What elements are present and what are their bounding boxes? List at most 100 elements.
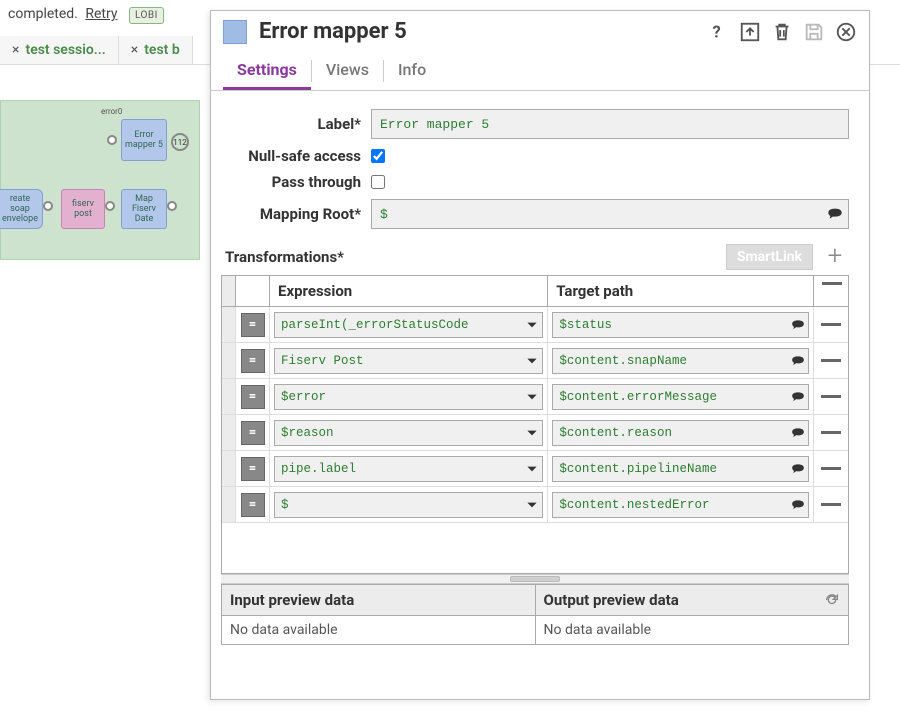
remove-row-button[interactable] [821,395,841,398]
drag-handle[interactable] [222,487,236,522]
remove-row-button[interactable] [821,467,841,470]
help-icon[interactable]: ? [707,21,729,43]
remove-row-button[interactable] [821,323,841,326]
drag-handle[interactable] [222,415,236,450]
node-create-soap[interactable]: reate soap envelope [0,189,43,229]
label-input[interactable] [371,109,849,139]
lob-badge: LOBI [129,7,164,24]
trash-icon[interactable] [771,21,793,43]
output-preview-body: No data available [536,616,849,644]
dialog-tabs: Settings Views Info [211,52,869,91]
tab-info[interactable]: Info [384,52,440,90]
minus-icon[interactable] [822,282,842,285]
suggest-icon[interactable] [791,318,805,332]
remove-row-button[interactable] [821,359,841,362]
preview-panels: Input preview data No data available Out… [221,584,849,645]
suggest-icon[interactable] [791,390,805,404]
table-row: = [222,451,848,487]
equals-button[interactable]: = [241,349,265,373]
snap-icon [223,20,247,44]
passthrough-checkbox[interactable] [371,175,385,189]
settings-dialog: Error mapper 5 ? Settings Views Info Lab… [210,10,870,700]
suggest-icon[interactable] [791,354,805,368]
node-error-mapper[interactable]: Error mapper 5 [121,119,167,161]
port-icon[interactable] [107,135,117,145]
label-label: Label* [221,115,371,133]
port-icon[interactable] [43,201,53,211]
mappingroot-input[interactable] [371,199,849,229]
dropdown-icon[interactable] [525,354,539,368]
equals-button[interactable]: = [241,493,265,517]
export-icon[interactable] [739,21,761,43]
tab-test-b[interactable]: × test b [119,36,193,64]
table-row: = [222,487,848,523]
suggest-icon[interactable] [827,206,843,222]
suggest-icon[interactable] [791,462,805,476]
equals-button[interactable]: = [241,421,265,445]
equals-button[interactable]: = [241,313,265,337]
expression-input[interactable] [274,456,543,482]
nullsafe-label: Null-safe access [221,147,371,165]
expression-input[interactable] [274,348,543,374]
dropdown-icon[interactable] [525,498,539,512]
suggest-icon[interactable] [791,498,805,512]
drag-handle[interactable] [222,379,236,414]
remove-row-button[interactable] [821,503,841,506]
close-icon[interactable]: × [12,42,19,58]
remove-row-button[interactable] [821,431,841,434]
target-input[interactable] [552,420,809,446]
equals-button[interactable]: = [241,457,265,481]
error-port-label: error0 [101,107,122,116]
passthrough-label: Pass through [221,173,371,191]
expression-input[interactable] [274,420,543,446]
table-row: = [222,379,848,415]
mappingroot-label: Mapping Root* [221,205,371,223]
dialog-title: Error mapper 5 [259,19,707,44]
expression-input[interactable] [274,312,543,338]
target-input[interactable] [552,492,809,518]
nullsafe-checkbox[interactable] [371,149,385,163]
table-row: = [222,307,848,343]
tab-test-session[interactable]: × test sessio... [0,36,119,64]
target-input[interactable] [552,456,809,482]
table-row: = [222,343,848,379]
pipeline-canvas[interactable]: error0 Error mapper 5 112 reate soap env… [0,100,200,260]
col-expression: Expression [270,276,548,306]
suggest-icon[interactable] [791,426,805,440]
port-icon[interactable] [105,201,115,211]
expression-input[interactable] [274,492,543,518]
close-icon[interactable]: × [131,42,138,58]
tab-settings[interactable]: Settings [223,52,311,90]
node-badge: 112 [171,133,189,151]
resize-handle[interactable] [221,574,849,584]
output-preview-title: Output preview data [544,591,679,609]
close-icon[interactable] [835,21,857,43]
refresh-icon[interactable] [824,592,840,608]
node-map-fiserv-date[interactable]: Map Fiserv Date [121,189,167,229]
col-target: Target path [548,276,814,306]
dialog-header: Error mapper 5 ? [211,11,869,52]
dropdown-icon[interactable] [525,390,539,404]
smartlink-button[interactable]: SmartLink [726,244,813,270]
dialog-body: Label* Null-safe access Pass through Map… [211,91,869,699]
drag-handle[interactable] [222,307,236,342]
table-row: = [222,415,848,451]
tab-label: test b [144,42,180,58]
drag-handle[interactable] [222,451,236,486]
dropdown-icon[interactable] [525,462,539,476]
tab-views[interactable]: Views [312,52,383,90]
expression-input[interactable] [274,384,543,410]
target-input[interactable] [552,312,809,338]
port-icon[interactable] [167,201,177,211]
dropdown-icon[interactable] [525,318,539,332]
target-input[interactable] [552,348,809,374]
input-preview-title: Input preview data [230,591,354,609]
drag-handle[interactable] [222,343,236,378]
node-fiserv-post[interactable]: fiserv post [61,189,105,229]
retry-link[interactable]: Retry [85,6,117,22]
add-row-button[interactable]: + [821,243,849,271]
equals-button[interactable]: = [241,385,265,409]
dropdown-icon[interactable] [525,426,539,440]
target-input[interactable] [552,384,809,410]
save-icon[interactable] [803,21,825,43]
